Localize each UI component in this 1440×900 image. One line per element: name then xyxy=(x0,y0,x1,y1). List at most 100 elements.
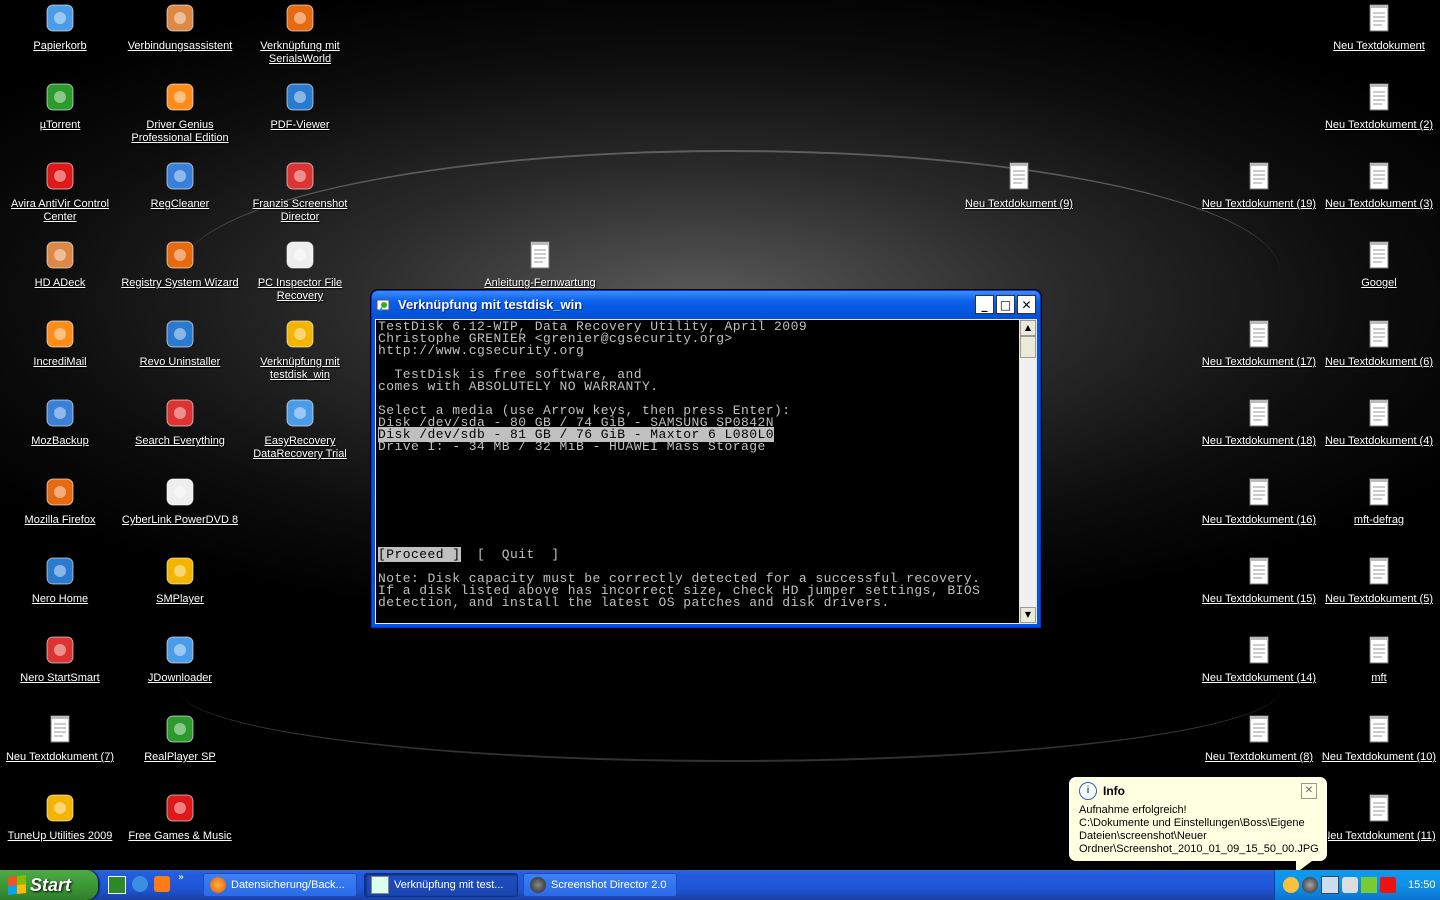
desktop-icon-neu-textdokument-11[interactable]: Neu Textdokument (11) xyxy=(1320,792,1438,843)
desktop-icon-neu-textdokument-3[interactable]: Neu Textdokument (3) xyxy=(1320,160,1438,211)
desktop-icon-verbindungsassistent[interactable]: Verbindungsassistent xyxy=(121,2,239,53)
desktop-icon-label: Avira AntiVir Control Center xyxy=(10,198,110,223)
utorrent-quicklaunch-icon[interactable] xyxy=(108,876,126,894)
text-document-icon xyxy=(1363,713,1395,745)
testdisk-window[interactable]: Verknüpfung mit testdisk_win _ □ ✕ TestD… xyxy=(371,290,1041,628)
desktop-icon-anleitung-fernwartung[interactable]: Anleitung-Fernwartung xyxy=(481,239,599,290)
start-button[interactable]: Start xyxy=(0,870,98,900)
desktop-icon-revo-uninstaller[interactable]: Revo Uninstaller xyxy=(121,318,239,369)
balloon-title: Info xyxy=(1103,784,1125,798)
desktop-icon-neu-textdokument-8[interactable]: Neu Textdokument (8) xyxy=(1200,713,1318,764)
desktop-icon-torrent[interactable]: µTorrent xyxy=(1,81,119,132)
clock[interactable]: 15:50 xyxy=(1408,879,1436,891)
desktop-icon-neu-textdokument-17[interactable]: Neu Textdokument (17) xyxy=(1200,318,1318,369)
vertical-scrollbar[interactable]: ▲ ▼ xyxy=(1020,320,1036,623)
desktop-icon-regcleaner[interactable]: RegCleaner xyxy=(121,160,239,211)
desktop-icon-incredimail[interactable]: IncrediMail xyxy=(1,318,119,369)
close-button[interactable]: ✕ xyxy=(1017,295,1036,314)
task-testdisk[interactable]: Verknüpfung mit test... xyxy=(364,873,518,897)
desktop-icon-free-games-music[interactable]: Free Games & Music xyxy=(121,792,239,843)
desktop-icon-nero-startsmart[interactable]: Nero StartSmart xyxy=(1,634,119,685)
desktop-icon-mft-defrag[interactable]: mft-defrag xyxy=(1320,476,1438,527)
desktop-icon-franzis-screenshot-director[interactable]: Franzis Screenshot Director xyxy=(241,160,359,224)
desktop-icon-neu-textdokument-9[interactable]: Neu Textdokument (9) xyxy=(960,160,1078,211)
scroll-down-icon[interactable]: ▼ xyxy=(1020,607,1036,623)
disk-option[interactable]: Drive I: - 34 MB / 32 MiB - HUAWEI Mass … xyxy=(378,439,766,454)
desktop-icon-neu-textdokument-2[interactable]: Neu Textdokument (2) xyxy=(1320,81,1438,132)
console-line: http://www.cgsecurity.org xyxy=(378,343,585,358)
desktop-icon-search-everything[interactable]: Search Everything xyxy=(121,397,239,448)
desktop-icon-label: Neu Textdokument (10) xyxy=(1321,751,1437,763)
task-datensicherung[interactable]: Datensicherung/Back... xyxy=(203,873,357,897)
maximize-button[interactable]: □ xyxy=(996,295,1015,314)
revo-uninstaller-icon xyxy=(164,318,196,350)
desktop-icon-neu-textdokument-14[interactable]: Neu Textdokument (14) xyxy=(1200,634,1318,685)
network-tray-icon[interactable] xyxy=(1321,876,1339,894)
desktop-icon-neu-textdokument-19[interactable]: Neu Textdokument (19) xyxy=(1200,160,1318,211)
desktop-icon-tuneup-utilities-2009[interactable]: TuneUp Utilities 2009 xyxy=(1,792,119,843)
desktop-icon-neu-textdokument-10[interactable]: Neu Textdokument (10) xyxy=(1320,713,1438,764)
desktop-icon-neu-textdokument-5[interactable]: Neu Textdokument (5) xyxy=(1320,555,1438,606)
desktop-icon-driver-genius-professional-edition[interactable]: Driver Genius Professional Edition xyxy=(121,81,239,145)
desktop-icon-label: MozBackup xyxy=(31,435,89,447)
jdownloader-icon xyxy=(164,634,196,666)
desktop-icon-easyrecovery-datarecovery-trial[interactable]: EasyRecovery DataRecovery Trial xyxy=(241,397,359,461)
desktop-icon-nero-home[interactable]: Nero Home xyxy=(1,555,119,606)
quit-button[interactable]: [ Quit ] xyxy=(477,547,560,562)
ie-quicklaunch-icon[interactable] xyxy=(132,876,148,892)
messenger-tray-icon[interactable] xyxy=(1283,877,1299,893)
desktop-icon-pc-inspector-file-recovery[interactable]: PC Inspector File Recovery xyxy=(241,239,359,303)
window-title: Verknüpfung mit testdisk_win xyxy=(398,297,583,312)
verkn-pfung-mit-serialsworld-icon xyxy=(284,2,316,34)
desktop-icon-label: HD ADeck xyxy=(34,277,86,289)
notification-balloon[interactable]: i Info ✕ Aufnahme erfolgreich! C:\Dokume… xyxy=(1068,776,1328,875)
desktop-icon-smplayer[interactable]: SMPlayer xyxy=(121,555,239,606)
desktop-icon-registry-system-wizard[interactable]: Registry System Wizard xyxy=(121,239,239,290)
incredimail-quicklaunch-icon[interactable] xyxy=(154,876,170,892)
driver-genius-professional-edition-icon xyxy=(164,81,196,113)
desktop-icon-pdf-viewer[interactable]: PDF-Viewer xyxy=(241,81,359,132)
desktop-icon-label: PDF-Viewer xyxy=(270,119,330,131)
gadget-tray-icon[interactable] xyxy=(1342,877,1358,893)
minimize-button[interactable]: _ xyxy=(975,295,994,314)
proceed-button[interactable]: [Proceed ] xyxy=(378,547,461,562)
scroll-up-icon[interactable]: ▲ xyxy=(1020,320,1036,336)
scroll-thumb[interactable] xyxy=(1020,336,1036,358)
task-label: Verknüpfung mit test... xyxy=(394,879,504,891)
desktop-icon-neu-textdokument-6[interactable]: Neu Textdokument (6) xyxy=(1320,318,1438,369)
desktop-icon-neu-textdokument-18[interactable]: Neu Textdokument (18) xyxy=(1200,397,1318,448)
text-document-icon xyxy=(1363,476,1395,508)
console-output[interactable]: TestDisk 6.12-WIP, Data Recovery Utility… xyxy=(376,320,1019,623)
task-screenshot-director[interactable]: Screenshot Director 2.0 xyxy=(523,873,677,897)
desktop-icon-mozilla-firefox[interactable]: Mozilla Firefox xyxy=(1,476,119,527)
balloon-close-icon[interactable]: ✕ xyxy=(1301,783,1317,799)
desktop-icon-neu-textdokument-7[interactable]: Neu Textdokument (7) xyxy=(1,713,119,764)
screenshot-tray-icon[interactable] xyxy=(1302,877,1318,893)
desktop-icon-papierkorb[interactable]: Papierkorb xyxy=(1,2,119,53)
torrent-icon xyxy=(44,81,76,113)
nvidia-tray-icon[interactable] xyxy=(1361,877,1377,893)
desktop-icon-neu-textdokument[interactable]: Neu Textdokument xyxy=(1320,2,1438,53)
pc-inspector-file-recovery-icon xyxy=(284,239,316,271)
desktop-icon-neu-textdokument-15[interactable]: Neu Textdokument (15) xyxy=(1200,555,1318,606)
desktop-icon-avira-antivir-control-center[interactable]: Avira AntiVir Control Center xyxy=(1,160,119,224)
desktop-icon-verkn-pfung-mit-serialsworld[interactable]: Verknüpfung mit SerialsWorld xyxy=(241,2,359,66)
desktop-icon-cyberlink-powerdvd-8[interactable]: CyberLink PowerDVD 8 xyxy=(121,476,239,527)
desktop-icon-neu-textdokument-16[interactable]: Neu Textdokument (16) xyxy=(1200,476,1318,527)
desktop-icon-label: Neu Textdokument (4) xyxy=(1324,435,1434,447)
screenshot-director-icon xyxy=(530,877,546,893)
title-bar[interactable]: Verknüpfung mit testdisk_win _ □ ✕ xyxy=(372,291,1040,318)
desktop-icon-neu-textdokument-4[interactable]: Neu Textdokument (4) xyxy=(1320,397,1438,448)
desktop-icon-mft[interactable]: mft xyxy=(1320,634,1438,685)
quicklaunch-more-icon[interactable]: » xyxy=(178,872,184,888)
desktop-icon-realplayer-sp[interactable]: RealPlayer SP xyxy=(121,713,239,764)
desktop-icon-hd-adeck[interactable]: HD ADeck xyxy=(1,239,119,290)
desktop-icon-label: Free Games & Music xyxy=(128,830,232,842)
desktop-icon-googel[interactable]: Googel xyxy=(1320,239,1438,290)
desktop-icon-verkn-pfung-mit-testdisk-win[interactable]: Verknüpfung mit testdisk_win xyxy=(241,318,359,382)
avira-tray-icon[interactable] xyxy=(1380,877,1396,893)
text-document-icon xyxy=(1243,397,1275,429)
desktop-icon-mozbackup[interactable]: MozBackup xyxy=(1,397,119,448)
regcleaner-icon xyxy=(164,160,196,192)
desktop-icon-jdownloader[interactable]: JDownloader xyxy=(121,634,239,685)
